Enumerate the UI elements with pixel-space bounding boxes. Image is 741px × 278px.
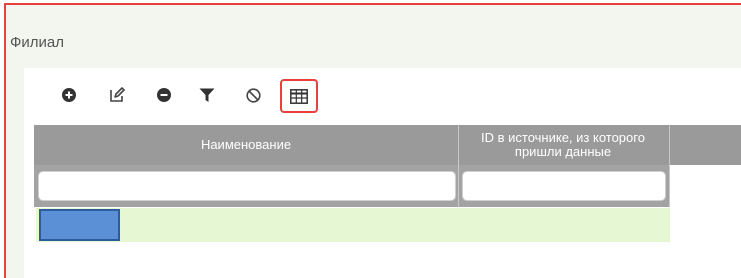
remove-button[interactable] bbox=[153, 84, 175, 106]
filter-icon bbox=[199, 87, 215, 103]
filter-button[interactable] bbox=[196, 84, 218, 106]
section-title: Филиал bbox=[10, 34, 65, 51]
table-view-button[interactable] bbox=[280, 79, 318, 113]
column-divider bbox=[669, 125, 670, 207]
add-circle-icon bbox=[62, 88, 76, 102]
edit-button[interactable] bbox=[106, 84, 128, 106]
block-icon bbox=[245, 87, 261, 103]
edit-icon bbox=[109, 87, 125, 103]
source-id-filter-input[interactable] bbox=[462, 171, 666, 201]
table-icon bbox=[290, 88, 308, 104]
clear-filter-button[interactable] bbox=[242, 84, 264, 106]
column-header-name[interactable]: Наименование bbox=[36, 125, 456, 165]
remove-circle-icon bbox=[157, 88, 171, 102]
name-filter-input[interactable] bbox=[38, 171, 456, 201]
selected-cell[interactable] bbox=[39, 209, 120, 241]
column-divider bbox=[458, 125, 459, 207]
column-header-source-id[interactable]: ID в источнике, из которого пришли данны… bbox=[460, 125, 666, 165]
add-button[interactable] bbox=[58, 84, 80, 106]
table-row[interactable] bbox=[36, 208, 670, 242]
